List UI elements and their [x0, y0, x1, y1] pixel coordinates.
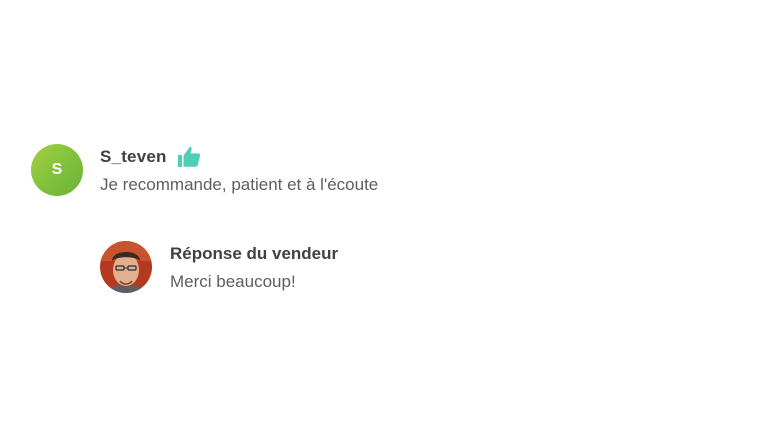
reviewer-avatar[interactable]: S [31, 144, 83, 196]
review-text: Je recommande, patient et à l'écoute [100, 175, 379, 194]
reviewer-name-row: S_teven [100, 144, 720, 170]
reviewer-username[interactable]: S_teven [100, 147, 167, 167]
seller-reply-body: Réponse du vendeur Merci beaucoup! [170, 241, 670, 292]
thumbs-up-icon [177, 146, 201, 168]
seller-avatar[interactable] [100, 241, 152, 293]
seller-reply-title: Réponse du vendeur [170, 244, 339, 263]
review-body: S_teven Je recommande, patient et à l'éc… [100, 144, 720, 195]
seller-reply-text: Merci beaucoup! [170, 272, 296, 291]
reviewer-avatar-letter: S [51, 161, 63, 178]
